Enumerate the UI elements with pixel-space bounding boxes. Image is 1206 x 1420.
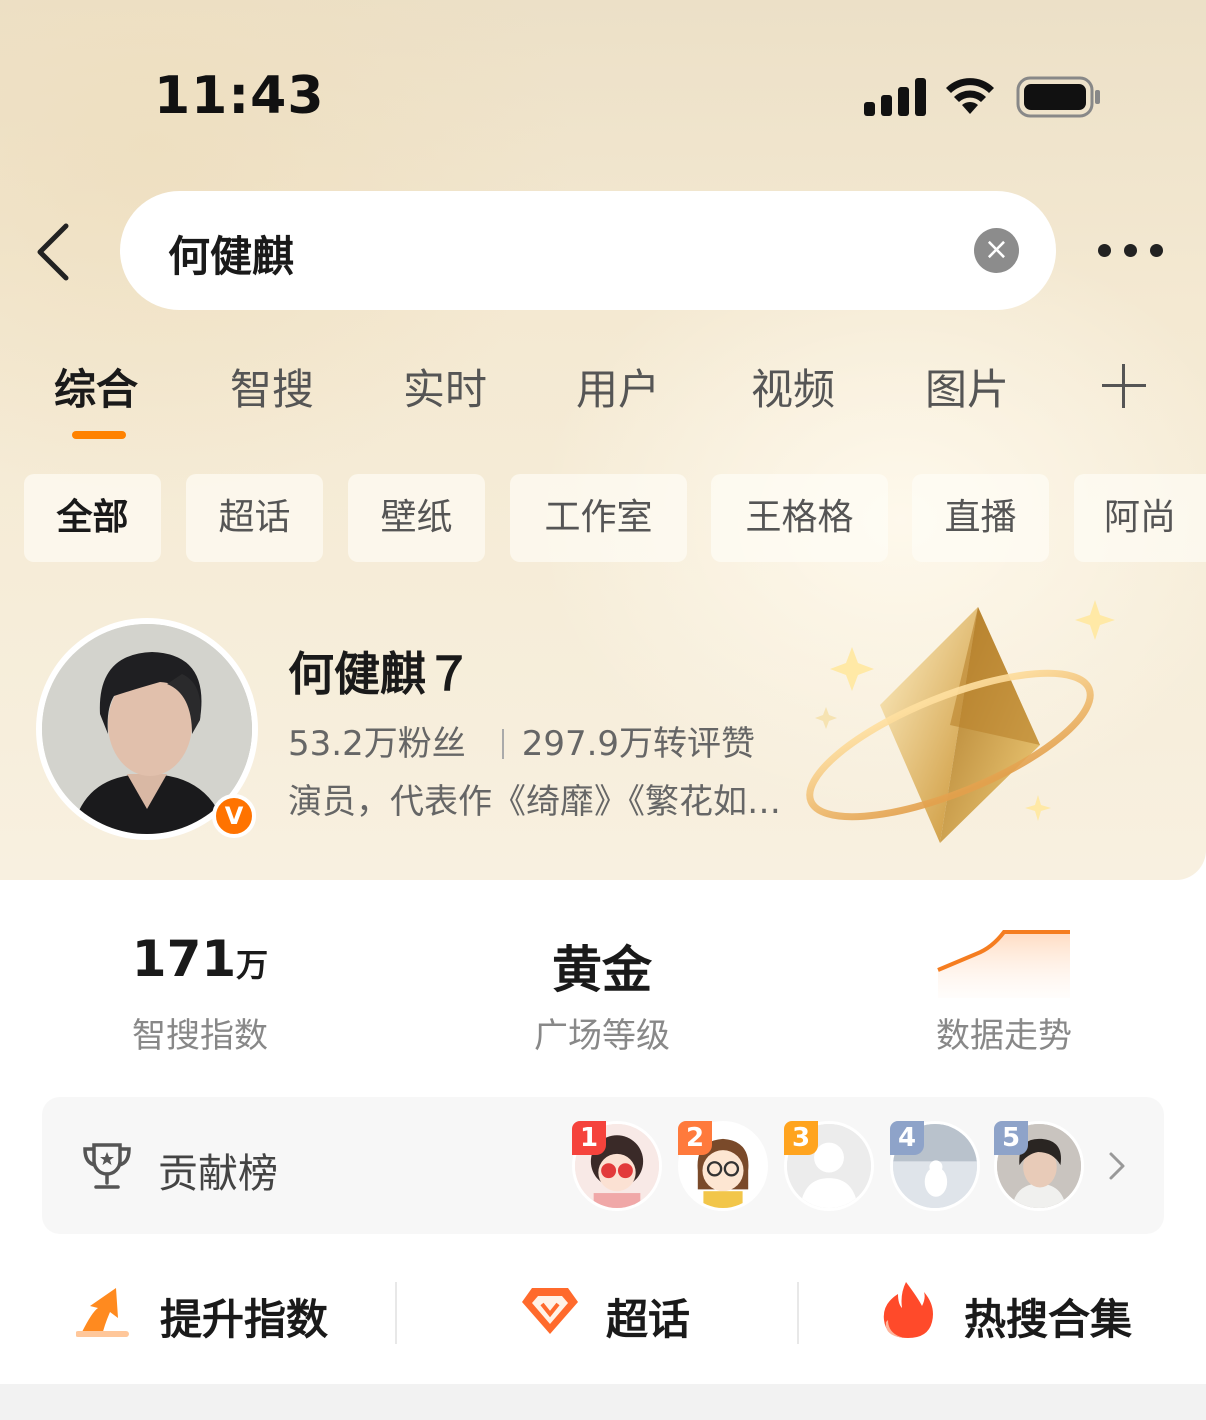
chip-wang-gege[interactable]: 王格格 <box>711 474 888 562</box>
chip-live[interactable]: 直播 <box>912 474 1049 562</box>
gold-crystal-icon <box>806 600 1115 843</box>
rank-number-1: 1 <box>572 1121 606 1155</box>
battery-icon <box>1016 76 1100 118</box>
tab-smart-search[interactable]: 智搜 <box>230 356 314 417</box>
contribution-rank-label: 贡献榜 <box>158 1151 278 1197</box>
tab-images[interactable]: 图片 <box>925 356 1009 417</box>
status-time: 11:43 <box>154 66 325 126</box>
rank-number-2: 2 <box>678 1121 712 1155</box>
chevron-right-icon[interactable] <box>1106 1151 1128 1181</box>
profile-description: 演员，代表作《绮靡》《繁花如… <box>288 782 781 822</box>
search-tabs: 综合 智搜 实时 用户 视频 图片 <box>0 356 1206 446</box>
profile-stats: 53.2万粉丝 297.9万转评赞 <box>288 716 755 765</box>
trend-sparkline-icon <box>937 930 1070 998</box>
rank-number-4: 4 <box>890 1121 924 1155</box>
rank-number-5: 5 <box>994 1121 1028 1155</box>
clear-search-icon[interactable]: × <box>974 228 1019 273</box>
active-tab-indicator <box>72 431 126 439</box>
stats-divider <box>501 729 504 759</box>
super-topic-label: 超话 <box>606 1295 691 1344</box>
filter-chips: 全部 超话 壁纸 工作室 王格格 直播 阿尚 <box>0 474 1206 564</box>
hot-search-collection-button[interactable]: 热搜合集 <box>878 1262 1148 1362</box>
rank-number-3: 3 <box>784 1121 818 1155</box>
flame-icon <box>883 1282 933 1338</box>
search-input[interactable]: 何健麒 × <box>120 191 1056 310</box>
back-arrow-icon[interactable] <box>30 220 80 284</box>
plaza-level-value: 黄金 <box>552 941 652 999</box>
smart-index-label: 智搜指数 <box>132 1016 268 1056</box>
action-divider <box>797 1282 799 1344</box>
verified-badge: V <box>212 794 256 838</box>
smart-index-value: 171万 <box>50 930 350 994</box>
smart-index-unit: 万 <box>236 946 269 984</box>
tab-comprehensive[interactable]: 综合 <box>54 356 138 417</box>
boost-index-label: 提升指数 <box>160 1295 329 1344</box>
smart-index-metric[interactable]: 171万 智搜指数 <box>50 930 350 1057</box>
data-trend-label: 数据走势 <box>936 1016 1072 1056</box>
status-bar: 11:43 <box>0 0 1206 190</box>
tab-realtime[interactable]: 实时 <box>403 356 487 417</box>
arrow-up-icon <box>76 1288 129 1337</box>
profile-name[interactable]: 何健麒７ <box>288 638 472 704</box>
chip-super-topic[interactable]: 超话 <box>186 474 323 562</box>
section-separator <box>0 1384 1206 1420</box>
super-topic-button[interactable]: 超话 <box>520 1262 720 1362</box>
trophy-icon <box>83 1143 131 1189</box>
add-tab-icon[interactable] <box>1102 364 1146 408</box>
hot-search-collection-label: 热搜合集 <box>964 1295 1133 1344</box>
action-divider <box>395 1282 397 1344</box>
wifi-icon <box>946 78 994 114</box>
chip-a-shang[interactable]: 阿尚 <box>1074 474 1206 562</box>
contribution-rank-card[interactable]: 贡献榜 1 2 3 4 5 <box>42 1097 1164 1234</box>
cellular-signal-icon <box>864 78 926 116</box>
followers-count: 53.2万粉丝 <box>288 724 466 764</box>
more-options-icon[interactable] <box>1096 238 1166 264</box>
chip-all[interactable]: 全部 <box>24 474 161 562</box>
quick-actions: 提升指数 超话 热搜合集 <box>0 1262 1206 1362</box>
diamond-icon <box>522 1288 578 1334</box>
interactions-count: 297.9万转评赞 <box>521 724 756 764</box>
plaza-level-metric[interactable]: 黄金 广场等级 <box>452 930 752 1057</box>
tab-users[interactable]: 用户 <box>576 356 660 417</box>
tab-videos[interactable]: 视频 <box>751 356 835 417</box>
chip-wallpaper[interactable]: 壁纸 <box>348 474 485 562</box>
search-query-text[interactable]: 何健麒 <box>168 223 294 284</box>
boost-index-button[interactable]: 提升指数 <box>76 1262 366 1362</box>
smart-index-number: 171 <box>131 930 237 988</box>
chip-studio[interactable]: 工作室 <box>510 474 687 562</box>
plaza-level-label: 广场等级 <box>534 1016 670 1056</box>
